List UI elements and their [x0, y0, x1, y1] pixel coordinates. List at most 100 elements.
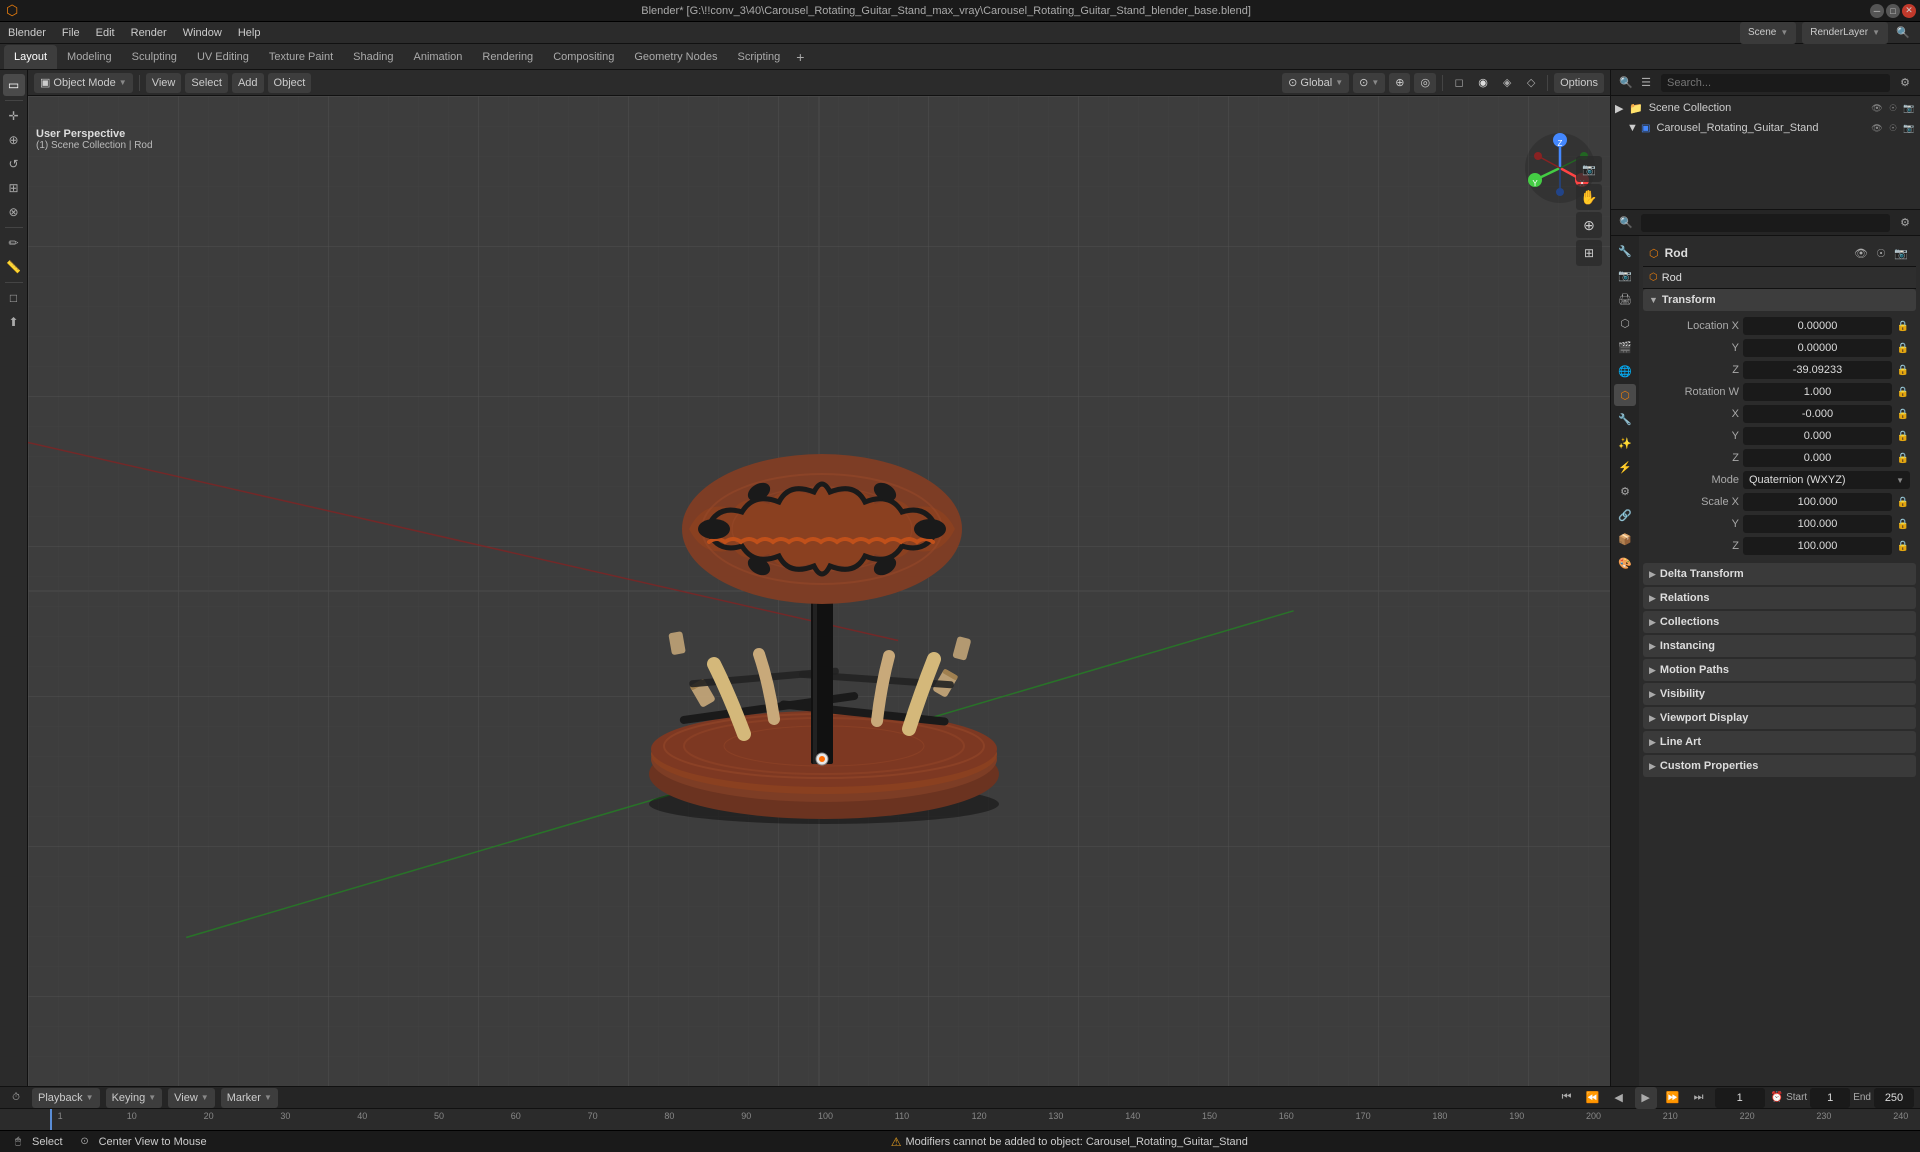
tool-move[interactable]: ⊕ — [3, 129, 25, 151]
current-frame-input[interactable]: 1 — [1715, 1088, 1765, 1108]
focus-btn[interactable]: ✋ — [1576, 184, 1602, 210]
tab-geometry-nodes[interactable]: Geometry Nodes — [624, 45, 727, 69]
marker-menu[interactable]: Marker ▼ — [221, 1088, 278, 1108]
menu-help[interactable]: Help — [230, 22, 269, 44]
carousel-visibility-icon[interactable]: 👁 — [1870, 121, 1884, 135]
collection-visibility-icon[interactable]: 👁 — [1870, 101, 1884, 115]
tab-sculpting[interactable]: Sculpting — [122, 45, 187, 69]
properties-search-icon[interactable]: 🔍 — [1617, 214, 1635, 232]
viewport-display-section[interactable]: ▶ Viewport Display — [1643, 707, 1916, 729]
rotation-x-lock[interactable]: 🔒 — [1896, 407, 1910, 421]
menu-edit[interactable]: Edit — [88, 22, 123, 44]
tool-add-cube[interactable]: □ — [3, 287, 25, 309]
location-z-lock[interactable]: 🔒 — [1896, 363, 1910, 377]
search-icon[interactable]: 🔍 — [1894, 24, 1912, 42]
rotation-y-lock[interactable]: 🔒 — [1896, 429, 1910, 443]
3d-viewport[interactable]: ▣ Object Mode ▼ View Select Add Object ⊙… — [28, 70, 1610, 1086]
prop-tab-object[interactable]: ⬡ — [1614, 384, 1636, 406]
viewport-view-menu[interactable]: View — [146, 73, 182, 93]
tool-measure[interactable]: 📏 — [3, 256, 25, 278]
delta-transform-section[interactable]: ▶ Delta Transform — [1643, 563, 1916, 585]
zoom-camera-btn[interactable]: 📷 — [1576, 156, 1602, 182]
collections-section[interactable]: ▶ Collections — [1643, 611, 1916, 633]
transform-global-selector[interactable]: ⊙ Global ▼ — [1282, 73, 1349, 93]
tool-annotate[interactable]: ✏ — [3, 232, 25, 254]
menu-file[interactable]: File — [54, 22, 88, 44]
props-obj-restrict[interactable]: ☉ — [1872, 244, 1890, 262]
rotation-w-lock[interactable]: 🔒 — [1896, 385, 1910, 399]
location-y-value[interactable]: 0.00000 — [1743, 339, 1892, 357]
play-reverse-btn[interactable]: ◀ — [1609, 1088, 1629, 1108]
prop-tab-world[interactable]: 🌐 — [1614, 360, 1636, 382]
pivot-point-selector[interactable]: ⊙ ▼ — [1353, 73, 1385, 93]
location-z-value[interactable]: -39.09233 — [1743, 361, 1892, 379]
scale-z-value[interactable]: 100.000 — [1743, 537, 1892, 555]
tab-animation[interactable]: Animation — [404, 45, 473, 69]
outliner-display-icon[interactable]: ☰ — [1637, 74, 1655, 92]
tool-cursor[interactable]: ✛ — [3, 105, 25, 127]
instancing-section[interactable]: ▶ Instancing — [1643, 635, 1916, 657]
scale-x-lock[interactable]: 🔒 — [1896, 495, 1910, 509]
tool-rotate[interactable]: ↺ — [3, 153, 25, 175]
solid-shading-btn[interactable]: ◉ — [1473, 73, 1493, 93]
prop-tab-particles[interactable]: ⚡ — [1614, 456, 1636, 478]
prop-tab-physics[interactable]: ⚙ — [1614, 480, 1636, 502]
menu-window[interactable]: Window — [175, 22, 230, 44]
scale-y-lock[interactable]: 🔒 — [1896, 517, 1910, 531]
tool-extrude[interactable]: ⬆ — [3, 311, 25, 333]
outliner-search[interactable] — [1655, 74, 1896, 92]
menu-render[interactable]: Render — [123, 22, 175, 44]
rotation-x-value[interactable]: -0.000 — [1743, 405, 1892, 423]
prop-tab-output[interactable]: 🖨 — [1614, 288, 1636, 310]
scale-y-value[interactable]: 100.000 — [1743, 515, 1892, 533]
prop-tab-vfx[interactable]: ✨ — [1614, 432, 1636, 454]
relations-section[interactable]: ▶ Relations — [1643, 587, 1916, 609]
keying-menu[interactable]: Keying ▼ — [106, 1088, 163, 1108]
location-y-lock[interactable]: 🔒 — [1896, 341, 1910, 355]
end-frame-input[interactable]: 250 — [1874, 1088, 1914, 1108]
snapping-selector[interactable]: ⊕ — [1389, 73, 1410, 93]
visibility-section[interactable]: ▶ Visibility — [1643, 683, 1916, 705]
motion-paths-section[interactable]: ▶ Motion Paths — [1643, 659, 1916, 681]
prop-tab-render[interactable]: 📷 — [1614, 264, 1636, 286]
maximize-button[interactable]: □ — [1886, 4, 1900, 18]
minimize-button[interactable]: ─ — [1870, 4, 1884, 18]
rotation-z-value[interactable]: 0.000 — [1743, 449, 1892, 467]
props-object-name[interactable]: Rod — [1665, 246, 1688, 260]
tool-select[interactable]: ▭ — [3, 74, 25, 96]
tool-scale[interactable]: ⊞ — [3, 177, 25, 199]
outliner-filter-icon[interactable]: 🔍 — [1617, 74, 1635, 92]
viewport-object-menu[interactable]: Object — [268, 73, 312, 93]
tab-scripting[interactable]: Scripting — [727, 45, 790, 69]
tab-uv-editing[interactable]: UV Editing — [187, 45, 259, 69]
transform-section-header[interactable]: ▼ Transform — [1643, 289, 1916, 311]
tab-rendering[interactable]: Rendering — [472, 45, 543, 69]
add-workspace-button[interactable]: + — [790, 45, 810, 69]
outliner-item-scene-collection[interactable]: ▶ 📁 Scene Collection 👁 ☉ 📷 — [1611, 98, 1920, 118]
rotation-mode-dropdown[interactable]: Quaternion (WXYZ) ▼ — [1743, 471, 1910, 489]
start-frame-input[interactable]: 1 — [1810, 1088, 1850, 1108]
timeline-view-menu[interactable]: View ▼ — [168, 1088, 215, 1108]
viewport-add-menu[interactable]: Add — [232, 73, 264, 93]
jump-start-btn[interactable]: ⏮ — [1557, 1088, 1577, 1108]
tab-modeling[interactable]: Modeling — [57, 45, 122, 69]
props-settings-icon[interactable]: ⚙ — [1896, 214, 1914, 232]
prop-tab-constraints[interactable]: 🔗 — [1614, 504, 1636, 526]
jump-end-btn[interactable]: ⏭ — [1689, 1088, 1709, 1108]
timeline-ruler[interactable]: 1102030405060708090100110120130140150160… — [0, 1109, 1920, 1130]
tool-transform[interactable]: ⊗ — [3, 201, 25, 223]
rotation-w-value[interactable]: 1.000 — [1743, 383, 1892, 401]
tab-shading[interactable]: Shading — [343, 45, 403, 69]
properties-search-input[interactable] — [1641, 214, 1890, 232]
prop-tab-data[interactable]: 📦 — [1614, 528, 1636, 550]
viewport-options-btn[interactable]: Options — [1554, 73, 1604, 93]
line-art-section[interactable]: ▶ Line Art — [1643, 731, 1916, 753]
location-x-lock[interactable]: 🔒 — [1896, 319, 1910, 333]
proportional-editing[interactable]: ◎ — [1414, 73, 1436, 93]
properties-search-area[interactable] — [1635, 214, 1896, 232]
prop-tab-scene[interactable]: 🔧 — [1614, 240, 1636, 262]
tab-texture-paint[interactable]: Texture Paint — [259, 45, 343, 69]
scene-selector[interactable]: Scene▼ — [1740, 22, 1796, 44]
location-x-value[interactable]: 0.00000 — [1743, 317, 1892, 335]
timeline-type-icon[interactable]: ⏱ — [6, 1088, 26, 1108]
